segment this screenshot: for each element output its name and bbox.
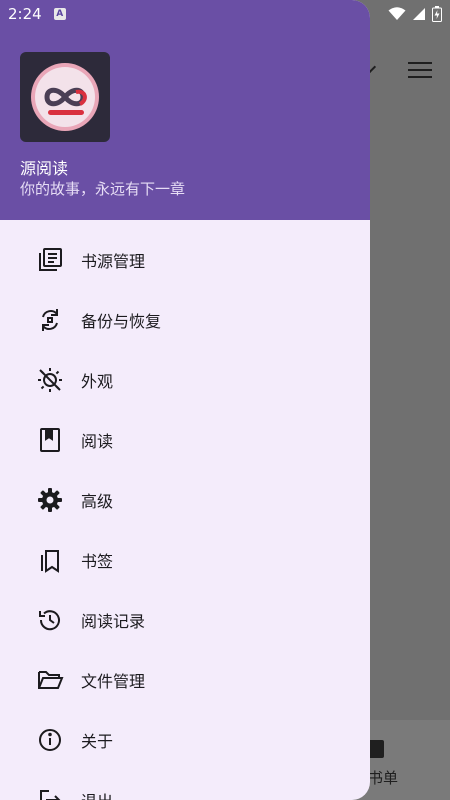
menu-item-book-source[interactable]: 书源管理 xyxy=(0,230,370,290)
app-logo xyxy=(20,52,110,142)
menu-item-label: 高级 xyxy=(81,492,114,511)
bookmark-icon xyxy=(36,546,64,574)
menu-item-label: 外观 xyxy=(81,372,114,391)
menu-item-theme[interactable]: 外观 xyxy=(0,350,370,410)
read-icon xyxy=(36,426,64,454)
book-source-icon xyxy=(36,246,64,274)
drawer-header: 源阅读 你的故事，永远有下一章 xyxy=(0,0,370,220)
menu-item-read[interactable]: 阅读 xyxy=(0,410,370,470)
menu-item-advanced[interactable]: 高级 xyxy=(0,470,370,530)
infinity-logo-icon xyxy=(31,63,99,131)
menu-item-label: 退出 xyxy=(81,788,113,800)
battery-icon xyxy=(432,6,442,22)
app-name: 源阅读 xyxy=(20,159,69,178)
gear-icon xyxy=(36,486,64,514)
info-icon xyxy=(36,726,64,754)
menu-item-read-history[interactable]: 阅读记录 xyxy=(0,590,370,650)
notification-a-icon: A xyxy=(53,8,66,20)
status-time: 2:24 xyxy=(8,5,42,23)
navigation-drawer: 源阅读 你的故事，永远有下一章 书源管理 备份与恢复 外观 阅读 高级 书签 阅… xyxy=(0,0,370,800)
menu-item-label: 书源管理 xyxy=(81,252,146,271)
menu-item-label: 阅读记录 xyxy=(81,612,146,631)
booklist-icon xyxy=(368,740,384,758)
theme-icon xyxy=(36,366,64,394)
wifi-icon xyxy=(388,7,406,20)
overflow-menu-icon xyxy=(408,62,432,80)
app-slogan: 你的故事，永远有下一章 xyxy=(20,180,186,198)
menu-item-about[interactable]: 关于 xyxy=(0,710,370,770)
menu-item-bookmark[interactable]: 书签 xyxy=(0,530,370,590)
drawer-menu: 书源管理 备份与恢复 外观 阅读 高级 书签 阅读记录 文件管理 关于 xyxy=(0,220,370,800)
signal-icon xyxy=(413,8,425,20)
menu-item-label: 阅读 xyxy=(81,432,114,451)
bottom-nav-label: 书单 xyxy=(368,769,399,787)
menu-item-backup-restore[interactable]: 备份与恢复 xyxy=(0,290,370,350)
menu-item-file-manager[interactable]: 文件管理 xyxy=(0,650,370,710)
folder-icon xyxy=(36,666,64,694)
menu-item-label: 文件管理 xyxy=(81,672,146,691)
backup-restore-icon xyxy=(36,306,64,334)
menu-item-label: 书签 xyxy=(81,552,114,571)
status-bar: 2:24 A xyxy=(0,0,450,28)
menu-item-exit[interactable]: 退出 xyxy=(0,770,370,800)
history-icon xyxy=(36,606,64,634)
exit-icon xyxy=(36,786,64,800)
menu-item-label: 备份与恢复 xyxy=(81,312,162,331)
menu-item-label: 关于 xyxy=(81,732,114,751)
